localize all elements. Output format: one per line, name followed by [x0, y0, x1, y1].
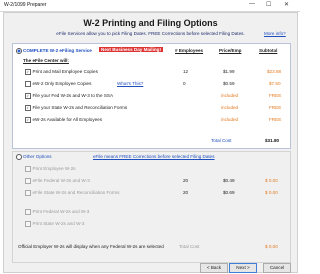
whats-this-link[interactable]: What's This?	[117, 81, 143, 86]
checkbox-fed-file[interactable]	[25, 93, 31, 99]
price-value: included	[221, 105, 239, 110]
close-icon[interactable]: ✕	[284, 1, 289, 8]
checkbox-print-state[interactable]	[25, 221, 31, 227]
col-subtotal: Subtotal	[259, 48, 278, 53]
title-bar: W-2/1099 Preparer — ☐ ✕	[0, 0, 300, 12]
subtotal-value: FREE	[269, 117, 282, 122]
price-value: $0.59	[223, 81, 235, 86]
footer-note: Official Employer W-2s will display when…	[18, 244, 164, 249]
checkbox-ew2-all[interactable]	[25, 117, 31, 123]
price-value: included	[221, 93, 239, 98]
list-item: eFile State W-2s and Reconciliation Form…	[25, 190, 119, 196]
page-title: W-2 Printing and Filing Options	[83, 18, 218, 28]
price-value: $0.49	[223, 178, 235, 183]
window-title: W-2/1099 Preparer	[4, 2, 47, 8]
subtotal-value: FREE	[269, 93, 282, 98]
list-item: eW-2 Only Employee Copies	[25, 81, 91, 87]
price-value: $1.99	[223, 69, 235, 74]
price-value: included	[221, 117, 239, 122]
next-button[interactable]: Next >	[229, 263, 257, 273]
list-item: Print Employee W-2s	[25, 166, 76, 172]
subtotal-value: $ 0.00	[265, 178, 278, 183]
more-info-link[interactable]: More info?	[264, 31, 286, 36]
list-item: File your State W-2s and Reconciliation …	[25, 105, 127, 111]
subtitle: eFile Services allow you to pick Filing …	[56, 31, 245, 36]
complete-service-option[interactable]: COMPLETE W-2 eFiling Service	[16, 48, 92, 54]
total-cost-value: $31.80	[265, 138, 280, 143]
other-options-option[interactable]: Other Options	[16, 154, 52, 160]
back-button[interactable]: < Back	[200, 263, 228, 273]
checkbox-efile-state[interactable]	[25, 190, 31, 196]
checkbox-print-fed[interactable]	[25, 209, 31, 215]
price-value: $0.69	[223, 190, 235, 195]
employees-value: 12	[183, 69, 189, 74]
subtotal-value: FREE	[269, 105, 282, 110]
subtotal-value: $7.50	[269, 81, 281, 86]
checkbox-ew2-only[interactable]	[25, 81, 31, 87]
other-total-value: $ 0.00	[265, 244, 278, 249]
col-employees: # Employees	[175, 48, 204, 53]
complete-service-panel: COMPLETE W-2 eFiling Service Next Busine…	[12, 43, 291, 149]
checkbox-state-file[interactable]	[25, 105, 31, 111]
list-item: File your Fed W-2s and W-3 to the SSA	[25, 93, 113, 99]
employees-value: 20	[183, 178, 189, 183]
other-options-radio[interactable]	[16, 154, 22, 160]
other-options-label: Other Options	[23, 154, 52, 160]
next-day-badge: Next Business Day Mailing!	[99, 47, 163, 52]
minimize-icon[interactable]: —	[249, 1, 255, 7]
complete-radio[interactable]	[16, 48, 22, 54]
checkbox-efile-fed[interactable]	[25, 178, 31, 184]
other-options-panel: Other Options eFile means FREE Correctio…	[12, 151, 291, 263]
other-total-label: Total Cost	[179, 244, 200, 249]
subtotal-value: $23.88	[267, 69, 282, 74]
efile-center-heading: The eFile Center will:	[23, 58, 69, 63]
maximize-icon[interactable]: ☐	[266, 1, 271, 8]
total-cost-label: Total Cost	[211, 138, 232, 143]
list-item: Print Federal W-2s and W-3	[25, 209, 89, 215]
list-item: Print and Mail Employee Copies	[25, 69, 98, 75]
cancel-button[interactable]: Cancel	[263, 263, 291, 273]
list-item: eW-2s Available for All Employees	[25, 117, 102, 123]
complete-label: COMPLETE W-2 eFiling Service	[23, 48, 92, 54]
col-price: Price/Emp	[219, 48, 242, 53]
checkbox-print-mail[interactable]	[25, 69, 31, 75]
list-item: eFile Federal W-2s and W-3	[25, 178, 90, 184]
list-item: Print State W-2s and W-3	[25, 221, 84, 227]
employees-value: 20	[183, 190, 189, 195]
checkbox-print-employee[interactable]	[25, 166, 31, 172]
dialog-body: W-2 Printing and Filing Options eFile Se…	[3, 12, 298, 273]
subtotal-value: $ 0.00	[265, 190, 278, 195]
efile-corrections-link[interactable]: eFile means FREE Corrections before sele…	[93, 154, 215, 159]
employees-value: 0	[183, 81, 186, 86]
